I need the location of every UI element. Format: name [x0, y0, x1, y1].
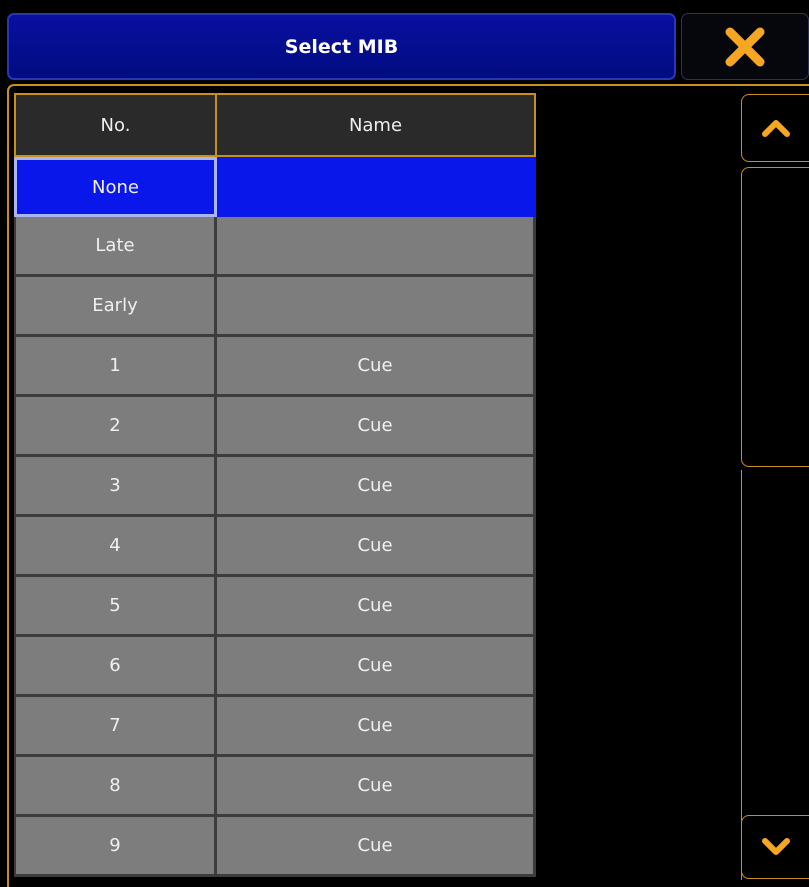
- scroll-down-button[interactable]: [741, 815, 809, 879]
- table-row[interactable]: 3 Cue: [14, 457, 536, 517]
- chevron-up-icon: [761, 120, 790, 137]
- row-name-cell[interactable]: [217, 277, 536, 337]
- row-name-cell[interactable]: Cue: [217, 397, 536, 457]
- row-no-cell[interactable]: 9: [14, 817, 217, 877]
- table-row[interactable]: None: [14, 157, 536, 217]
- row-no-cell[interactable]: 7: [14, 697, 217, 757]
- row-no-cell[interactable]: None: [14, 157, 217, 217]
- row-name-cell[interactable]: Cue: [217, 337, 536, 397]
- chevron-down-icon: [761, 838, 790, 855]
- dialog-title: Select MIB: [284, 35, 399, 58]
- row-no-cell[interactable]: 8: [14, 757, 217, 817]
- table-row[interactable]: 1 Cue: [14, 337, 536, 397]
- row-name-cell[interactable]: Cue: [217, 697, 536, 757]
- table-row[interactable]: 9 Cue: [14, 817, 536, 877]
- table-row[interactable]: Late: [14, 217, 536, 277]
- mib-table: No. Name None Late Early 1 Cue 2 Cue 3 Cue 4 Cue 5 C…: [14, 93, 536, 877]
- row-no-cell[interactable]: 1: [14, 337, 217, 397]
- table-row[interactable]: 6 Cue: [14, 637, 536, 697]
- table-row[interactable]: Early: [14, 277, 536, 337]
- table-header: No. Name: [14, 93, 536, 157]
- row-name-cell[interactable]: Cue: [217, 577, 536, 637]
- row-no-cell[interactable]: 6: [14, 637, 217, 697]
- row-name-cell[interactable]: [217, 217, 536, 277]
- row-name-cell[interactable]: Cue: [217, 817, 536, 877]
- row-no-cell[interactable]: 4: [14, 517, 217, 577]
- row-name-cell[interactable]: Cue: [217, 757, 536, 817]
- table-row[interactable]: 5 Cue: [14, 577, 536, 637]
- scrollbar-thumb[interactable]: [741, 167, 809, 467]
- row-no-cell[interactable]: 3: [14, 457, 217, 517]
- close-button[interactable]: [681, 13, 809, 80]
- row-no-cell[interactable]: 2: [14, 397, 217, 457]
- row-name-cell[interactable]: Cue: [217, 517, 536, 577]
- row-no-cell[interactable]: Late: [14, 217, 217, 277]
- column-header-no[interactable]: No.: [14, 93, 217, 157]
- table-row[interactable]: 8 Cue: [14, 757, 536, 817]
- dialog-title-bar: Select MIB: [7, 13, 676, 80]
- table-row[interactable]: 7 Cue: [14, 697, 536, 757]
- row-name-cell[interactable]: Cue: [217, 457, 536, 517]
- row-no-cell[interactable]: Early: [14, 277, 217, 337]
- row-name-cell[interactable]: [217, 157, 536, 217]
- close-icon: [725, 27, 765, 66]
- scroll-up-button[interactable]: [741, 94, 809, 162]
- table-row[interactable]: 2 Cue: [14, 397, 536, 457]
- row-no-cell[interactable]: 5: [14, 577, 217, 637]
- column-header-name[interactable]: Name: [217, 93, 536, 157]
- row-name-cell[interactable]: Cue: [217, 637, 536, 697]
- table-row[interactable]: 4 Cue: [14, 517, 536, 577]
